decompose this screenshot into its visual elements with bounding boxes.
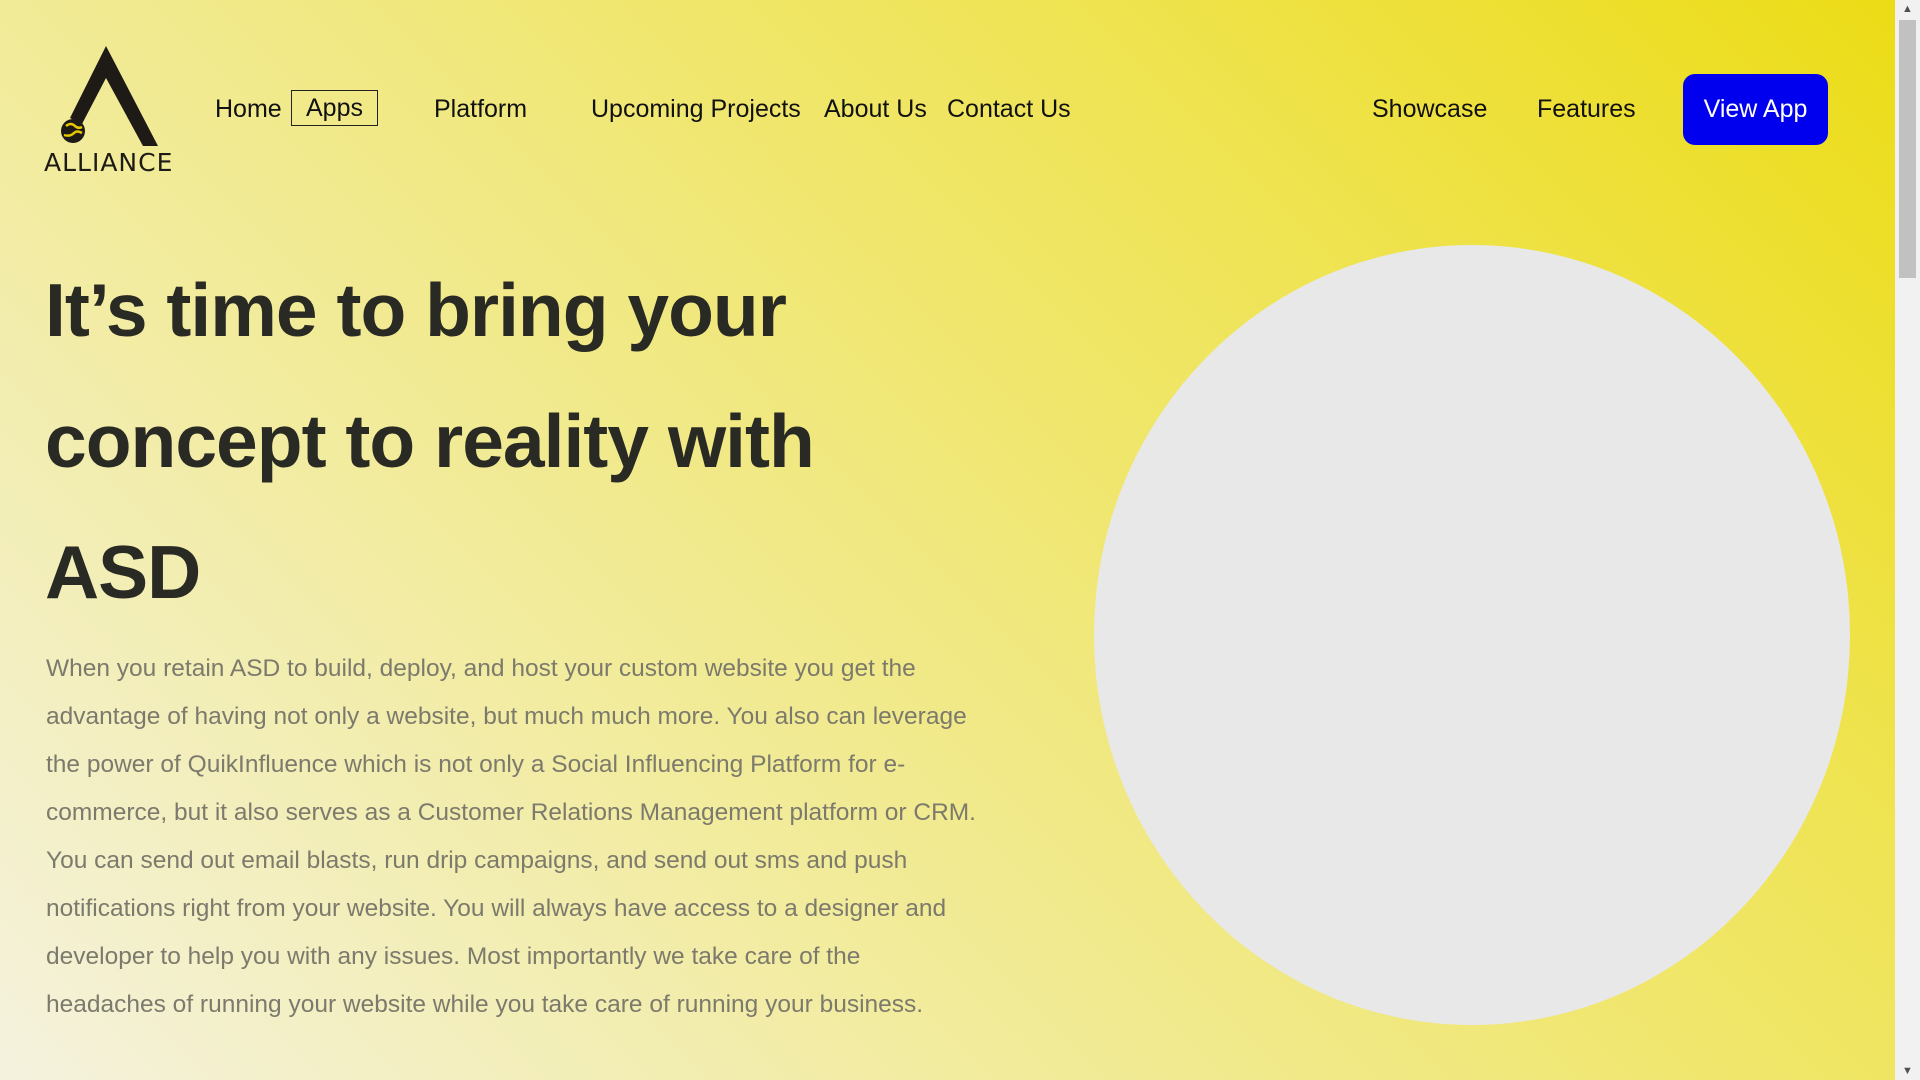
nav-showcase[interactable]: Showcase xyxy=(1372,94,1487,124)
alliance-logo-icon xyxy=(61,46,158,146)
nav-features[interactable]: Features xyxy=(1537,94,1636,124)
hero-headline: It’s time to bring your concept to reali… xyxy=(45,245,945,638)
nav-apps[interactable]: Apps xyxy=(291,90,378,126)
hero-description: When you retain ASD to build, deploy, an… xyxy=(46,655,976,1018)
hero-image-placeholder xyxy=(1094,245,1850,1025)
page: ALLIANCE Home Apps Platform Upcoming Pro… xyxy=(0,0,1895,1080)
logo-text: ALLIANCE xyxy=(44,148,174,177)
scrollbar-thumb[interactable] xyxy=(1899,20,1916,278)
nav-contact-us[interactable]: Contact Us xyxy=(947,94,1071,124)
nav-home[interactable]: Home xyxy=(215,94,282,124)
hero-headline-line-1: It’s time to bring your xyxy=(45,268,787,352)
scroll-up-arrow-icon[interactable]: ▲ xyxy=(1895,0,1920,18)
hero-headline-line-3: ASD xyxy=(45,530,201,614)
scroll-down-arrow-icon[interactable]: ▼ xyxy=(1895,1062,1920,1080)
view-app-button[interactable]: View App xyxy=(1683,74,1828,145)
alliance-logo[interactable]: ALLIANCE xyxy=(42,42,172,182)
nav-platform[interactable]: Platform xyxy=(434,94,527,124)
nav-upcoming-projects[interactable]: Upcoming Projects xyxy=(591,94,801,124)
nav-about-us[interactable]: About Us xyxy=(824,94,927,124)
page-scrollbar[interactable]: ▲ ▼ xyxy=(1895,0,1920,1080)
hero-headline-line-2: concept to reality with xyxy=(45,399,815,483)
